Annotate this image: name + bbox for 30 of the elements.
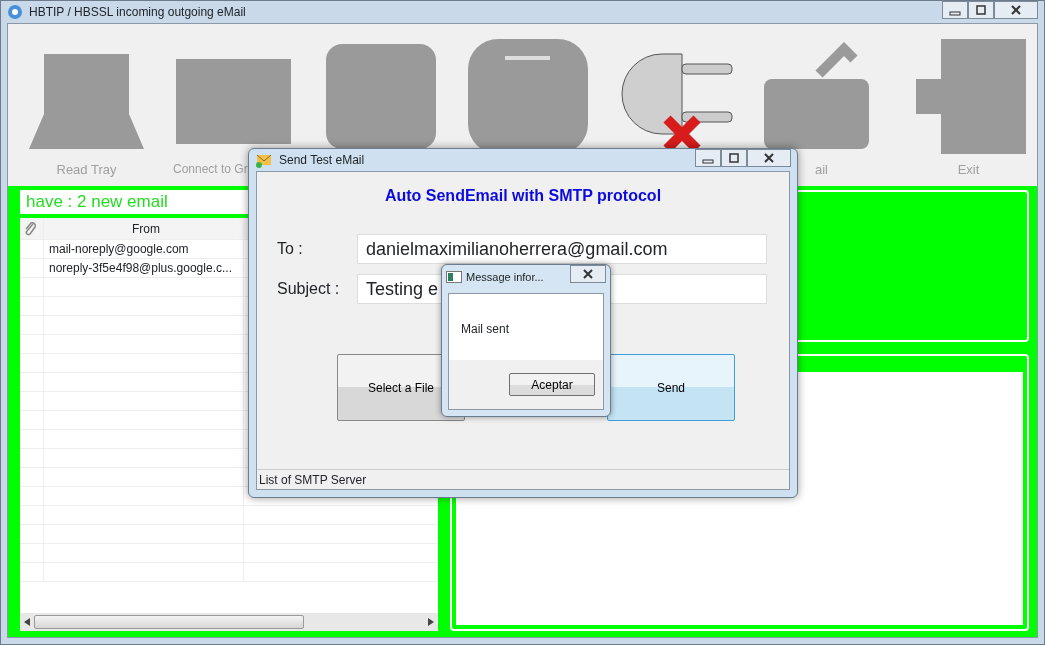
status-bar: List of SMTP Server <box>257 469 789 489</box>
send-button[interactable]: Send <box>607 354 735 421</box>
close-button[interactable] <box>570 265 606 283</box>
minimize-button[interactable] <box>695 149 721 167</box>
table-cell[interactable]: mail-noreply@google.com <box>44 240 244 258</box>
message-text: Mail sent <box>461 322 510 336</box>
maximize-button[interactable] <box>968 1 994 19</box>
maximize-icon <box>728 150 740 166</box>
paperclip-icon <box>24 220 38 237</box>
minimize-icon <box>949 11 961 16</box>
field-label: To : <box>277 239 304 259</box>
scroll-right-icon[interactable] <box>428 618 434 626</box>
table-cell[interactable]: noreply-3f5e4f98@plus.google.c... <box>44 259 244 277</box>
window-title: Send Test eMail <box>279 152 365 169</box>
app-icon <box>7 4 23 20</box>
horizontal-scrollbar[interactable] <box>20 613 438 631</box>
close-button[interactable] <box>747 149 791 167</box>
maximize-button[interactable] <box>721 149 747 167</box>
window-icon <box>446 271 462 283</box>
minimize-button[interactable] <box>942 1 968 19</box>
minimize-icon <box>702 159 714 164</box>
dialog-title: Message infor... <box>466 269 544 285</box>
field-label: Subject : <box>277 279 341 299</box>
close-button[interactable] <box>994 1 1038 19</box>
maximize-icon <box>975 2 987 18</box>
envelope-icon <box>255 152 273 168</box>
accept-button[interactable]: Aceptar <box>509 373 595 396</box>
text-field[interactable]: danielmaximilianoherrera@gmail.com <box>357 234 767 264</box>
scroll-left-icon[interactable] <box>24 618 30 626</box>
window-title: HBTIP / HBSSL incoming outgoing eMail <box>29 4 246 21</box>
